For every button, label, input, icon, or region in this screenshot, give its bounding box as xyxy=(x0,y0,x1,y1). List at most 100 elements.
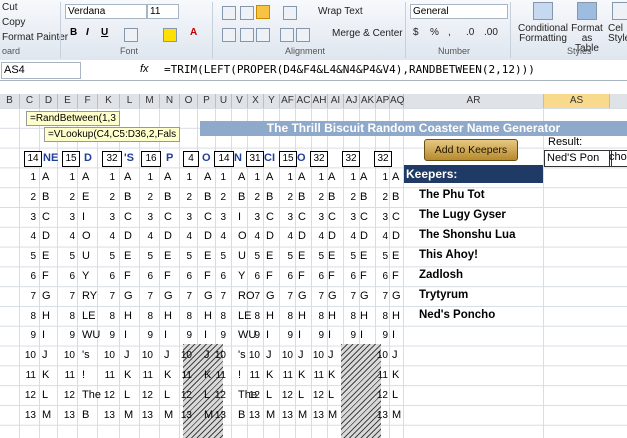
table-row-number[interactable]: 12 xyxy=(61,390,75,401)
table-row-number[interactable]: 2 xyxy=(139,192,153,203)
table-row-number[interactable]: 8 xyxy=(101,311,115,322)
table-row-number[interactable]: 7 xyxy=(212,291,226,302)
align-bottom-icon[interactable] xyxy=(256,5,270,19)
align-middle-icon[interactable] xyxy=(240,6,254,20)
table-row-letter[interactable]: WU xyxy=(82,329,100,341)
table-row-number[interactable]: 3 xyxy=(22,212,36,223)
table-row-number[interactable]: 11 xyxy=(246,370,260,381)
table-row-number[interactable]: 13 xyxy=(212,410,226,421)
table-row-number[interactable]: 6 xyxy=(342,271,356,282)
table-row-number[interactable]: 5 xyxy=(212,251,226,262)
table-row-letter[interactable]: K xyxy=(328,369,335,381)
table-row-letter[interactable]: D xyxy=(360,230,368,242)
table-row-letter[interactable]: F xyxy=(392,270,399,282)
table-row-letter[interactable]: A xyxy=(124,171,131,183)
table-row-letter[interactable]: C xyxy=(124,211,132,223)
table-row-letter[interactable]: E xyxy=(328,250,335,262)
table-row-number[interactable]: 1 xyxy=(342,172,356,183)
table-row-number[interactable]: 9 xyxy=(310,330,324,341)
table-row-letter[interactable]: 's xyxy=(238,349,246,361)
table-row-number[interactable]: 4 xyxy=(279,231,293,242)
table-row-letter[interactable]: F xyxy=(204,270,211,282)
table-row-number[interactable]: 10 xyxy=(212,350,226,361)
letter-cell[interactable]: 'S xyxy=(124,151,134,165)
table-row-letter[interactable]: H xyxy=(42,310,50,322)
table-row-letter[interactable]: K xyxy=(298,369,305,381)
letter-cell[interactable]: O xyxy=(202,151,211,165)
table-row-number[interactable]: 4 xyxy=(310,231,324,242)
bold-icon[interactable]: B xyxy=(70,27,77,38)
random-number-cell[interactable]: 31 xyxy=(246,151,264,167)
table-row-letter[interactable]: J xyxy=(392,349,398,361)
table-row-number[interactable]: 1 xyxy=(212,172,226,183)
table-row-number[interactable]: 5 xyxy=(61,251,75,262)
table-row-letter[interactable]: I xyxy=(124,329,127,341)
table-row-number[interactable]: 2 xyxy=(246,192,260,203)
table-row-letter[interactable]: E xyxy=(164,250,171,262)
table-row-letter[interactable]: C xyxy=(360,211,368,223)
table-row-letter[interactable]: M xyxy=(328,409,337,421)
keeper-item[interactable]: Trytyrum xyxy=(419,289,468,301)
table-row-letter[interactable]: L xyxy=(328,389,334,401)
table-row-number[interactable]: 8 xyxy=(246,311,260,322)
table-row-letter[interactable]: E xyxy=(392,250,399,262)
column-header[interactable]: P xyxy=(198,94,216,108)
table-row-letter[interactable]: I xyxy=(42,329,45,341)
table-row-number[interactable]: 2 xyxy=(310,192,324,203)
table-row-letter[interactable]: J xyxy=(266,349,272,361)
table-row-number[interactable]: 6 xyxy=(101,271,115,282)
table-row-number[interactable]: 7 xyxy=(178,291,192,302)
format-table-icon[interactable] xyxy=(577,2,597,20)
table-row-letter[interactable]: C xyxy=(164,211,172,223)
table-row-number[interactable]: 10 xyxy=(61,350,75,361)
table-row-number[interactable]: 11 xyxy=(212,370,226,381)
column-header[interactable]: AH xyxy=(312,94,328,108)
table-row-letter[interactable]: E xyxy=(204,250,211,262)
table-row-letter[interactable]: I xyxy=(82,211,85,223)
font-size-dropdown[interactable]: 11 xyxy=(147,4,179,19)
column-header[interactable]: AJ xyxy=(344,94,360,108)
table-row-number[interactable]: 4 xyxy=(139,231,153,242)
table-row-letter[interactable]: A xyxy=(328,171,335,183)
table-row-number[interactable]: 11 xyxy=(61,370,75,381)
table-row-number[interactable]: 6 xyxy=(246,271,260,282)
table-row-letter[interactable]: I xyxy=(298,329,301,341)
table-row-letter[interactable]: B xyxy=(82,409,89,421)
table-row-number[interactable]: 4 xyxy=(22,231,36,242)
table-row-letter[interactable]: A xyxy=(266,171,273,183)
table-row-letter[interactable]: I xyxy=(164,329,167,341)
table-row-letter[interactable]: C xyxy=(266,211,274,223)
table-row-number[interactable]: 9 xyxy=(246,330,260,341)
result-cell[interactable]: Ned'S Pon xyxy=(544,150,612,167)
table-row-letter[interactable]: J xyxy=(42,349,48,361)
column-header[interactable]: E xyxy=(58,94,78,108)
currency-icon[interactable]: $ xyxy=(413,27,419,38)
table-row-letter[interactable]: B xyxy=(266,191,273,203)
table-row-number[interactable]: 11 xyxy=(310,370,324,381)
column-header[interactable]: AP xyxy=(376,94,390,108)
table-row-letter[interactable]: B xyxy=(238,191,245,203)
table-row-letter[interactable]: I xyxy=(266,329,269,341)
conditional-formatting-icon[interactable] xyxy=(533,2,553,20)
column-header[interactable]: AQ xyxy=(390,94,404,108)
column-header[interactable]: D xyxy=(40,94,58,108)
table-row-letter[interactable]: C xyxy=(298,211,306,223)
letter-cell[interactable]: P xyxy=(166,151,173,165)
table-row-letter[interactable]: H xyxy=(164,310,172,322)
table-row-number[interactable]: 1 xyxy=(246,172,260,183)
table-row-number[interactable]: 7 xyxy=(279,291,293,302)
table-row-number[interactable]: 4 xyxy=(342,231,356,242)
table-row-letter[interactable]: J xyxy=(298,349,304,361)
table-row-letter[interactable]: B xyxy=(360,191,367,203)
table-row-number[interactable]: 1 xyxy=(101,172,115,183)
table-row-number[interactable]: 9 xyxy=(139,330,153,341)
name-box[interactable]: AS4 xyxy=(1,62,81,79)
random-number-cell[interactable]: 15 xyxy=(62,151,80,167)
table-row-number[interactable]: 3 xyxy=(279,212,293,223)
keeper-item[interactable]: The Shonshu Lua xyxy=(419,229,515,241)
table-row-number[interactable]: 1 xyxy=(22,172,36,183)
table-row-letter[interactable]: H xyxy=(328,310,336,322)
increase-decimal-icon[interactable]: .0 xyxy=(466,27,474,38)
table-row-number[interactable]: 11 xyxy=(178,370,192,381)
table-row-letter[interactable]: D xyxy=(328,230,336,242)
